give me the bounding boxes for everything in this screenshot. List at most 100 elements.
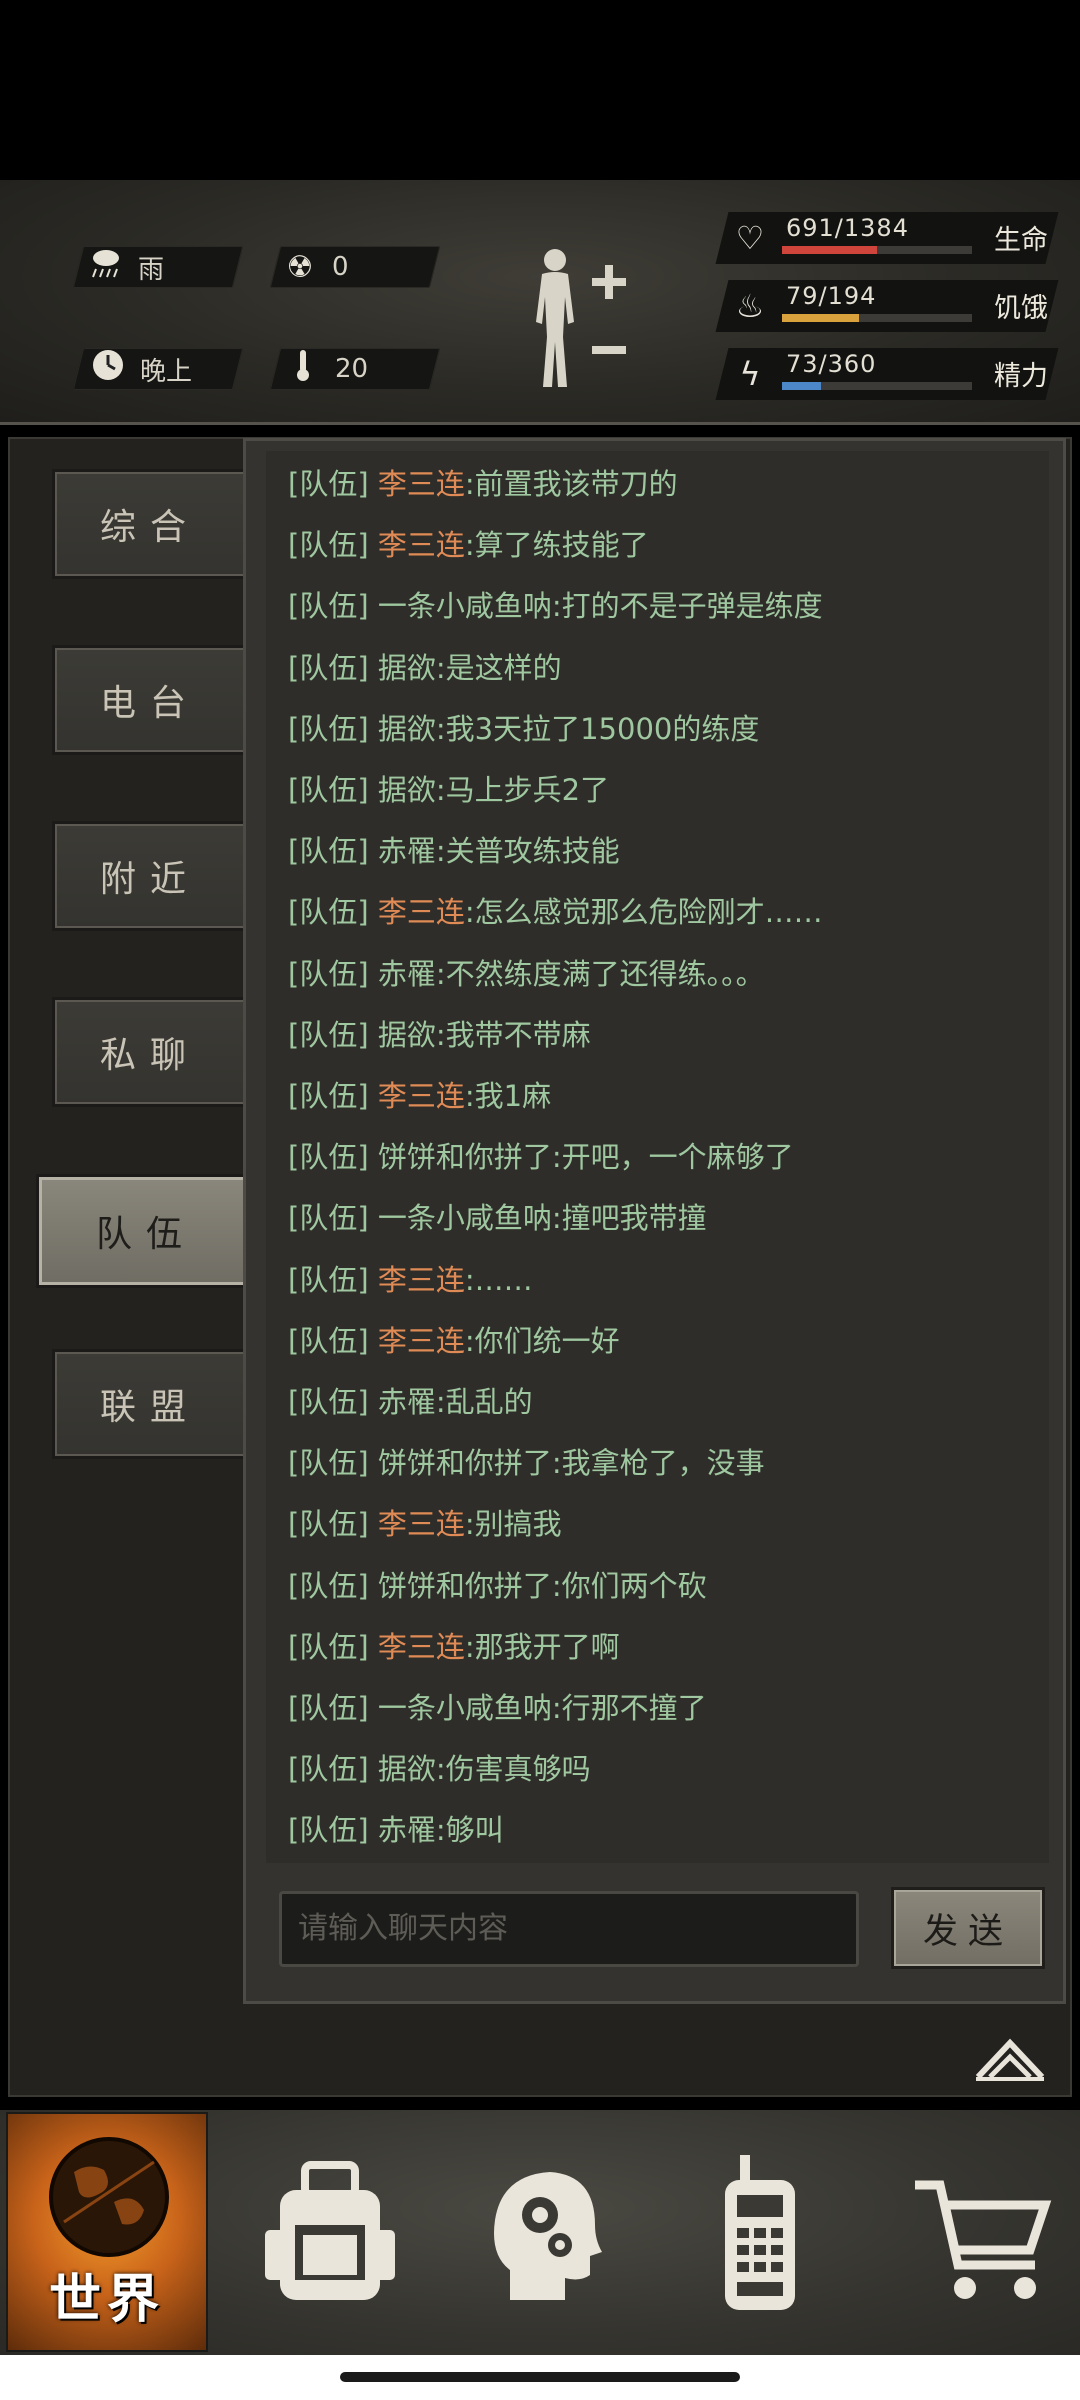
collapse-arrow-icon[interactable] bbox=[970, 2029, 1050, 2089]
weather-indicator: 雨 bbox=[88, 246, 164, 288]
channel-tag: [队伍] bbox=[288, 1568, 378, 1603]
chat-message: [队伍] 赤罹:关普攻练技能 bbox=[288, 822, 620, 880]
sender-name[interactable]: 李三连 bbox=[378, 1079, 465, 1113]
sender-name[interactable]: 李三连 bbox=[378, 1507, 465, 1541]
sender-name[interactable]: 饼饼和你拼了 bbox=[378, 1569, 552, 1603]
chat-message: [队伍] 李三连:我1麻 bbox=[288, 1067, 551, 1125]
game-screen: 雨 ☢ 0 晚上 20 ♡ 691/1384 生命 ♨ 79/194 饥饿 ϟ … bbox=[0, 0, 1080, 2400]
nav-shop-button[interactable] bbox=[910, 2150, 1060, 2320]
energy-bar-fill bbox=[782, 382, 821, 390]
sender-name[interactable]: 据欲 bbox=[378, 773, 436, 807]
sender-name[interactable]: 赤罹 bbox=[378, 1813, 436, 1847]
health-value: 691/1384 bbox=[786, 214, 909, 242]
sender-name[interactable]: 赤罹 bbox=[378, 834, 436, 868]
sender-name[interactable]: 饼饼和你拼了 bbox=[378, 1446, 552, 1480]
sender-name[interactable]: 赤罹 bbox=[378, 957, 436, 991]
minus-icon bbox=[592, 346, 626, 354]
channel-tabs: 综合 电台 附近 私聊 队伍 联盟 bbox=[10, 439, 256, 2099]
channel-tag: [队伍] bbox=[288, 895, 378, 930]
sender-name[interactable]: 据欲 bbox=[378, 651, 436, 685]
message-text: :伤害真够吗 bbox=[435, 1752, 591, 1787]
channel-tag: [队伍] bbox=[288, 773, 378, 807]
energy-value: 73/360 bbox=[786, 350, 877, 378]
chat-message: [队伍] 据欲:马上步兵2了 bbox=[288, 761, 609, 819]
body-figure-button[interactable] bbox=[520, 242, 640, 392]
sender-name[interactable]: 据欲 bbox=[378, 1018, 436, 1052]
message-text: :算了练技能了 bbox=[464, 528, 649, 563]
tab-team[interactable]: 队伍 bbox=[36, 1174, 256, 1288]
sender-name[interactable]: 饼饼和你拼了 bbox=[378, 1140, 552, 1174]
backpack-icon bbox=[265, 2161, 395, 2300]
chat-message: [队伍] 一条小咸鱼呐:行那不撞了 bbox=[288, 1679, 707, 1737]
energy-icon: ϟ bbox=[739, 355, 761, 393]
message-text: :那我开了啊 bbox=[464, 1629, 620, 1664]
sender-name[interactable]: 赤罹 bbox=[378, 1385, 436, 1419]
radiation-value: 0 bbox=[332, 252, 349, 282]
rain-icon bbox=[88, 245, 124, 289]
channel-tag: [队伍] bbox=[288, 1813, 378, 1848]
chat-message-list[interactable]: [队伍] 李三连:前置我该带刀的 [队伍] 李三连:算了练技能了 [队伍] 一条小咸… bbox=[266, 451, 1049, 1863]
chat-panel: [队伍] 李三连:前置我该带刀的 [队伍] 李三连:算了练技能了 [队伍] 一条小咸… bbox=[243, 438, 1066, 2004]
channel-tag: [队伍] bbox=[288, 1140, 378, 1175]
message-text: :你们两个砍 bbox=[551, 1568, 707, 1603]
chat-message: [队伍] 李三连:怎么感觉那么危险刚才…… bbox=[288, 883, 823, 941]
sender-name[interactable]: 李三连 bbox=[378, 528, 465, 562]
temperature-indicator: 20 bbox=[285, 348, 368, 390]
channel-tag: [队伍] bbox=[288, 956, 378, 991]
sender-name[interactable]: 李三连 bbox=[378, 467, 465, 501]
status-bar bbox=[0, 0, 1080, 180]
channel-tag: [队伍] bbox=[288, 528, 378, 563]
chat-window: 综合 电台 附近 私聊 队伍 联盟 [队伍] 李三连:前置我该带刀的 [队伍] 李… bbox=[8, 437, 1072, 2097]
health-bar bbox=[782, 246, 972, 254]
nav-world-label: 世界 bbox=[48, 2270, 165, 2330]
chat-message: [队伍] 饼饼和你拼了:开吧，一个麻够了 bbox=[288, 1128, 794, 1186]
message-text: :够叫 bbox=[435, 1813, 504, 1848]
hunger-bar bbox=[782, 314, 972, 322]
sender-name[interactable]: 李三连 bbox=[378, 895, 465, 929]
sender-name[interactable]: 李三连 bbox=[378, 1630, 465, 1664]
sender-name[interactable]: 据欲 bbox=[378, 1752, 436, 1786]
send-button[interactable]: 发送 bbox=[891, 1887, 1045, 1969]
nav-backpack-button[interactable] bbox=[255, 2150, 405, 2320]
sender-name[interactable]: 据欲 bbox=[378, 712, 436, 746]
message-text: :你们统一好 bbox=[464, 1323, 620, 1358]
message-text: :…… bbox=[464, 1262, 533, 1297]
channel-tag: [队伍] bbox=[288, 1752, 378, 1787]
stomach-icon: ♨ bbox=[735, 287, 765, 325]
message-text: :别搞我 bbox=[464, 1507, 562, 1542]
message-text: :前置我该带刀的 bbox=[464, 467, 678, 501]
message-text: :开吧，一个麻够了 bbox=[551, 1140, 794, 1175]
health-bar-fill bbox=[782, 246, 877, 254]
channel-tag: [队伍] bbox=[288, 711, 378, 746]
tab-radio[interactable]: 电台 bbox=[52, 645, 248, 755]
chat-message: [队伍] 李三连:别搞我 bbox=[288, 1495, 562, 1553]
body-silhouette-icon bbox=[536, 249, 574, 387]
home-indicator[interactable] bbox=[340, 2372, 740, 2382]
plus-icon bbox=[592, 265, 626, 299]
sender-name[interactable]: 李三连 bbox=[378, 1263, 465, 1297]
channel-tag: [队伍] bbox=[288, 834, 378, 869]
hunger-label: 饥饿 bbox=[994, 293, 1048, 324]
message-text: :是这样的 bbox=[435, 650, 562, 685]
message-text: :不然练度满了还得练。。。 bbox=[435, 956, 765, 991]
tab-general[interactable]: 综合 bbox=[52, 469, 248, 579]
tab-private[interactable]: 私聊 bbox=[52, 997, 248, 1107]
channel-tag: [队伍] bbox=[288, 467, 378, 501]
nav-skills-button[interactable] bbox=[470, 2150, 620, 2320]
nav-radio-button[interactable] bbox=[685, 2150, 835, 2320]
chat-message: [队伍] 赤罹:不然练度满了还得练。。。 bbox=[288, 945, 765, 1003]
sender-name[interactable]: 李三连 bbox=[378, 1324, 465, 1358]
channel-tag: [队伍] bbox=[288, 650, 378, 685]
chat-message: [队伍] 赤罹:乱乱的 bbox=[288, 1373, 533, 1431]
tab-alliance[interactable]: 联盟 bbox=[52, 1349, 248, 1459]
hunger-value: 79/194 bbox=[786, 282, 877, 310]
channel-tag: [队伍] bbox=[288, 1629, 378, 1664]
sender-name[interactable]: 一条小咸鱼呐 bbox=[378, 1201, 552, 1235]
sender-name[interactable]: 一条小咸鱼呐 bbox=[378, 589, 552, 623]
sender-name[interactable]: 一条小咸鱼呐 bbox=[378, 1691, 552, 1725]
channel-tag: [队伍] bbox=[288, 1385, 378, 1419]
nav-world-button[interactable]: 世界 bbox=[6, 2112, 208, 2352]
chat-input[interactable]: 请输入聊天内容 bbox=[279, 1891, 859, 1967]
tab-nearby[interactable]: 附近 bbox=[52, 821, 248, 931]
chat-message: [队伍] 赤罹:够叫 bbox=[288, 1801, 504, 1859]
